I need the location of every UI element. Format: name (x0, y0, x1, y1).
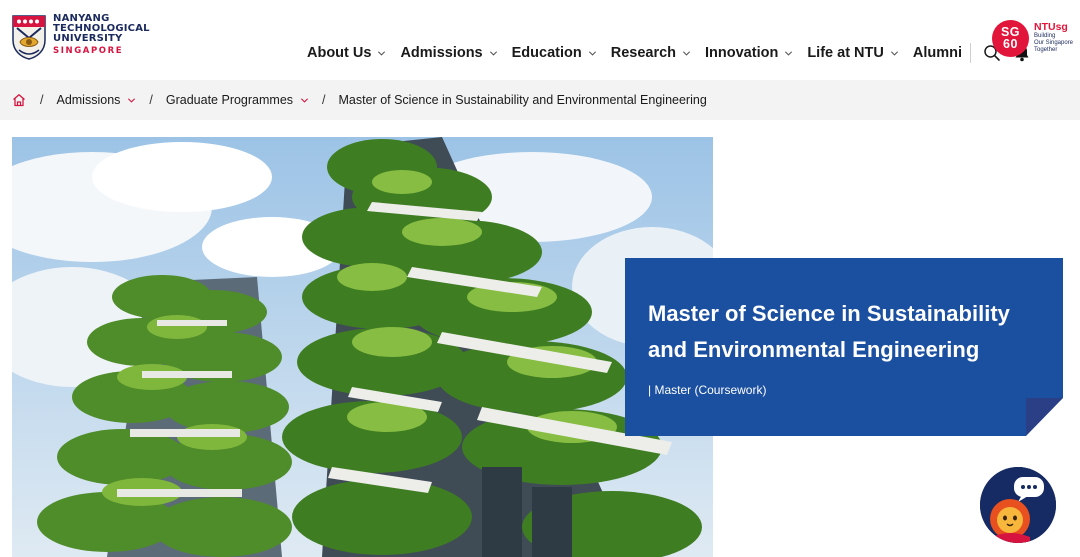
sg60-badge[interactable]: SG 60 (992, 20, 1029, 57)
breadcrumb-graduate-programmes[interactable]: Graduate Programmes (166, 93, 309, 107)
ntusg-tagline-line-1: Building (1034, 33, 1056, 39)
chevron-down-icon (785, 50, 793, 56)
breadcrumb-separator: / (149, 93, 153, 107)
chatbot-icon (980, 467, 1056, 543)
programme-title-card: Master of Science in Sustainability and … (625, 258, 1063, 436)
chevron-down-icon (489, 50, 497, 56)
chevron-down-icon (378, 50, 386, 56)
chevron-down-icon (128, 97, 136, 103)
nav-item-label: Life at NTU (807, 45, 884, 61)
ntusg-tagline-line-3: Together (1034, 47, 1058, 53)
nav-item-about-us[interactable]: About Us (307, 45, 386, 61)
breadcrumb-admissions[interactable]: Admissions (56, 93, 136, 107)
logo-text-line-3: UNIVERSITY (53, 33, 123, 44)
ntusg-tagline[interactable]: NTUsg Building Our Singapore Together (1034, 22, 1080, 54)
breadcrumb-label: Admissions (56, 93, 121, 107)
nav-item-alumni[interactable]: Alumni (913, 45, 962, 61)
breadcrumb: / Admissions / Graduate Programmes / Mas… (0, 80, 1080, 120)
nav-item-innovation[interactable]: Innovation (705, 45, 793, 61)
nav-item-label: About Us (307, 45, 372, 61)
ntu-logo[interactable]: NANYANG TECHNOLOGICAL UNIVERSITY SINGAPO… (11, 14, 150, 60)
nav-item-label: Alumni (912, 45, 962, 61)
nav-item-label: Admissions (400, 45, 483, 61)
card-corner-fold (1026, 398, 1063, 436)
nav-item-label: Innovation (705, 45, 779, 61)
nav-item-education[interactable]: Education (512, 45, 597, 61)
breadcrumb-current: Master of Science in Sustainability and … (338, 93, 707, 107)
chevron-down-icon (890, 50, 898, 56)
nav-item-life-at-ntu[interactable]: Life at NTU (807, 45, 899, 61)
nav-item-label: Research (610, 45, 677, 61)
breadcrumb-home[interactable] (11, 92, 27, 108)
main-nav: About Us Admissions Education Research I… (307, 42, 1041, 64)
chatbot-button[interactable] (980, 467, 1056, 543)
sg60-line-2: 60 (1003, 37, 1018, 51)
chevron-down-icon (682, 50, 691, 56)
ntusg-tagline-line-2: Our Singapore (1034, 40, 1074, 46)
chevron-down-icon (588, 50, 596, 56)
breadcrumb-separator: / (40, 93, 44, 107)
ntu-crest-icon (11, 14, 47, 60)
chevron-down-icon (300, 97, 309, 103)
logo-text-line-4: SINGAPORE (53, 46, 124, 56)
ntusg-title: NTUsg (1034, 21, 1068, 33)
breadcrumb-separator: / (322, 93, 326, 107)
programme-type: | Master (Coursework) (648, 383, 767, 397)
home-icon (13, 94, 25, 107)
nav-divider (970, 43, 971, 63)
nav-item-label: Education (511, 45, 582, 61)
nav-item-admissions[interactable]: Admissions (400, 45, 497, 61)
hero-image (12, 137, 713, 557)
programme-title: Master of Science in Sustainability and … (648, 301, 1010, 362)
nav-item-research[interactable]: Research (611, 45, 691, 61)
site-header: NANYANG TECHNOLOGICAL UNIVERSITY SINGAPO… (0, 0, 1080, 80)
breadcrumb-label: Graduate Programmes (165, 93, 294, 107)
